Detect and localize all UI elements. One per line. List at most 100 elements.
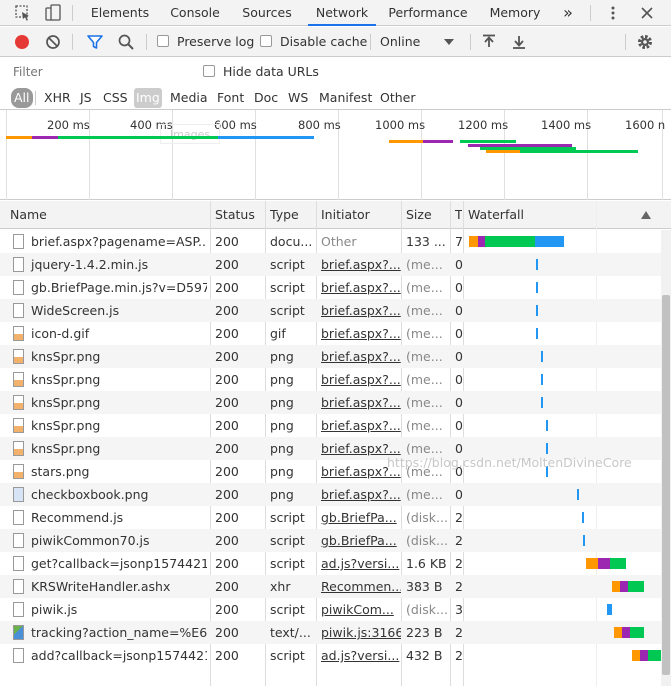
- filter-icon[interactable]: [86, 33, 104, 51]
- column-header-size[interactable]: Size: [402, 201, 450, 229]
- more-options-icon[interactable]: [606, 6, 620, 20]
- tab-console[interactable]: Console: [164, 0, 226, 26]
- device-toolbar-icon[interactable]: [44, 4, 62, 22]
- filter-type-img[interactable]: Img: [134, 88, 162, 108]
- request-initiator[interactable]: brief.aspx?...: [317, 391, 401, 414]
- request-initiator[interactable]: Recommen...: [317, 575, 401, 598]
- toolbar-separator: [470, 34, 471, 50]
- waterfall-bar: [610, 558, 626, 569]
- network-overview[interactable]: 200 ms 400 ms 600 ms 800 ms 1000 ms 1200…: [0, 110, 671, 200]
- request-name: piwikCommon70.js: [31, 533, 150, 548]
- request-initiator[interactable]: piwikCom...: [317, 598, 401, 621]
- request-initiator[interactable]: piwik.js:3166: [317, 621, 401, 644]
- table-row[interactable]: WideScreen.js 200 script brief.aspx?... (me.…: [0, 299, 661, 322]
- scrollbar-thumb[interactable]: [662, 295, 670, 675]
- preserve-log-checkbox[interactable]: [157, 35, 169, 47]
- column-header-type[interactable]: Type: [266, 201, 316, 229]
- request-initiator[interactable]: brief.aspx?...: [317, 483, 401, 506]
- request-initiator[interactable]: brief.aspx?...: [317, 276, 401, 299]
- vertical-scrollbar[interactable]: [661, 230, 671, 686]
- table-row[interactable]: knsSpr.png 200 png brief.aspx?... (me... 0: [0, 414, 661, 437]
- request-initiator[interactable]: brief.aspx?...: [317, 345, 401, 368]
- request-name: knsSpr.png: [31, 395, 101, 410]
- filter-input[interactable]: [7, 62, 189, 82]
- throttling-select[interactable]: Online: [376, 31, 462, 53]
- tab-network[interactable]: Network: [308, 0, 376, 26]
- table-row[interactable]: icon-d.gif 200 gif brief.aspx?... (me... 0: [0, 322, 661, 345]
- request-initiator[interactable]: brief.aspx?...: [317, 253, 401, 276]
- filter-type-font[interactable]: Font: [217, 88, 244, 108]
- table-row[interactable]: knsSpr.png 200 png brief.aspx?... (me... 0: [0, 391, 661, 414]
- filter-type-js[interactable]: JS: [80, 88, 92, 108]
- request-initiator[interactable]: brief.aspx?...: [317, 299, 401, 322]
- request-initiator[interactable]: gb.BriefPa...: [317, 529, 401, 552]
- request-initiator[interactable]: brief.aspx?...: [317, 322, 401, 345]
- table-row[interactable]: KRSWriteHandler.ashx 200 xhr Recommen... 383…: [0, 575, 661, 598]
- column-header-status[interactable]: Status: [211, 201, 263, 229]
- filter-type-xhr[interactable]: XHR: [44, 88, 71, 108]
- table-row[interactable]: add?callback=jsonp1574421... 200 script ad.…: [0, 644, 662, 667]
- table-row[interactable]: Recommend.js 200 script gb.BriefPa... (disk.…: [0, 506, 661, 529]
- request-name: icon-d.gif: [31, 326, 90, 341]
- search-icon[interactable]: [117, 33, 135, 51]
- request-status: 200: [215, 464, 239, 479]
- disable-cache-checkbox[interactable]: [260, 35, 272, 47]
- table-row[interactable]: gb.BriefPage.min.js?v=D597... 200 script br…: [0, 276, 661, 299]
- overview-ghost-label: Images: [160, 124, 220, 144]
- overview-bar: [58, 136, 218, 139]
- export-har-icon[interactable]: [510, 33, 528, 51]
- tab-memory[interactable]: Memory: [482, 0, 548, 26]
- table-row[interactable]: tracking?action_name=%E6... 200 text/... pi…: [0, 621, 661, 644]
- hide-data-urls-checkbox[interactable]: [203, 65, 215, 77]
- table-row[interactable]: get?callback=jsonp1574421... 200 script ad.…: [0, 552, 661, 575]
- column-header-time[interactable]: T: [451, 201, 462, 229]
- overview-bar: [460, 140, 516, 143]
- request-time: 3: [455, 602, 463, 617]
- waterfall-bar: [632, 650, 640, 661]
- waterfall-bar: [541, 397, 543, 408]
- filter-type-other[interactable]: Other: [380, 88, 416, 108]
- tab-sources[interactable]: Sources: [236, 0, 298, 26]
- more-tabs-button[interactable]: »: [556, 0, 580, 26]
- request-time: 0: [455, 303, 463, 318]
- column-header-name[interactable]: Name: [6, 201, 206, 229]
- filter-type-all[interactable]: All: [11, 88, 33, 108]
- sort-ascending-icon[interactable]: [641, 211, 651, 219]
- request-initiator: Other: [321, 234, 357, 249]
- request-initiator[interactable]: gb.BriefPa...: [317, 506, 401, 529]
- record-icon[interactable]: [13, 33, 31, 51]
- request-type: script: [270, 280, 305, 295]
- request-initiator[interactable]: brief.aspx?...: [317, 368, 401, 391]
- filter-type-doc[interactable]: Doc: [254, 88, 278, 108]
- table-row[interactable]: brief.aspx?pagename=ASP.... 200 docu... Oth…: [0, 230, 661, 253]
- table-row[interactable]: knsSpr.png 200 png brief.aspx?... (me... 0: [0, 345, 661, 368]
- table-row[interactable]: jquery-1.4.2.min.js 200 script brief.aspx?.…: [0, 253, 661, 276]
- table-row[interactable]: piwikCommon70.js 200 script gb.BriefPa... (d…: [0, 529, 661, 552]
- settings-gear-icon[interactable]: [636, 33, 654, 51]
- request-name: Recommend.js: [31, 510, 124, 525]
- request-type: text/...: [270, 625, 311, 640]
- tab-elements[interactable]: Elements: [86, 0, 154, 26]
- request-status: 200: [215, 648, 239, 663]
- filter-type-ws[interactable]: WS: [288, 88, 308, 108]
- table-row[interactable]: knsSpr.png 200 png brief.aspx?... (me... 0: [0, 368, 661, 391]
- filter-type-manifest[interactable]: Manifest: [319, 88, 372, 108]
- request-name: knsSpr.png: [31, 418, 101, 433]
- request-initiator[interactable]: ad.js?versi...: [317, 644, 401, 667]
- table-row[interactable]: piwik.js 200 script piwikCom... (disk... 3: [0, 598, 661, 621]
- column-header-waterfall[interactable]: Waterfall: [464, 201, 634, 229]
- column-header-initiator[interactable]: Initiator: [317, 201, 401, 229]
- request-initiator[interactable]: ad.js?versi...: [317, 552, 401, 575]
- filter-type-media[interactable]: Media: [170, 88, 208, 108]
- waterfall-bar: [622, 627, 630, 638]
- filter-type-css[interactable]: CSS: [103, 88, 128, 108]
- close-icon[interactable]: [640, 6, 654, 20]
- tab-performance[interactable]: Performance: [384, 0, 472, 26]
- import-har-icon[interactable]: [480, 33, 498, 51]
- inspect-element-icon[interactable]: [14, 4, 32, 22]
- waterfall-bar: [546, 420, 548, 431]
- clear-icon[interactable]: [45, 34, 61, 50]
- table-row[interactable]: checkboxbook.png 200 png brief.aspx?... (me.…: [0, 483, 661, 506]
- request-status: 200: [215, 349, 239, 364]
- request-initiator[interactable]: brief.aspx?...: [317, 414, 401, 437]
